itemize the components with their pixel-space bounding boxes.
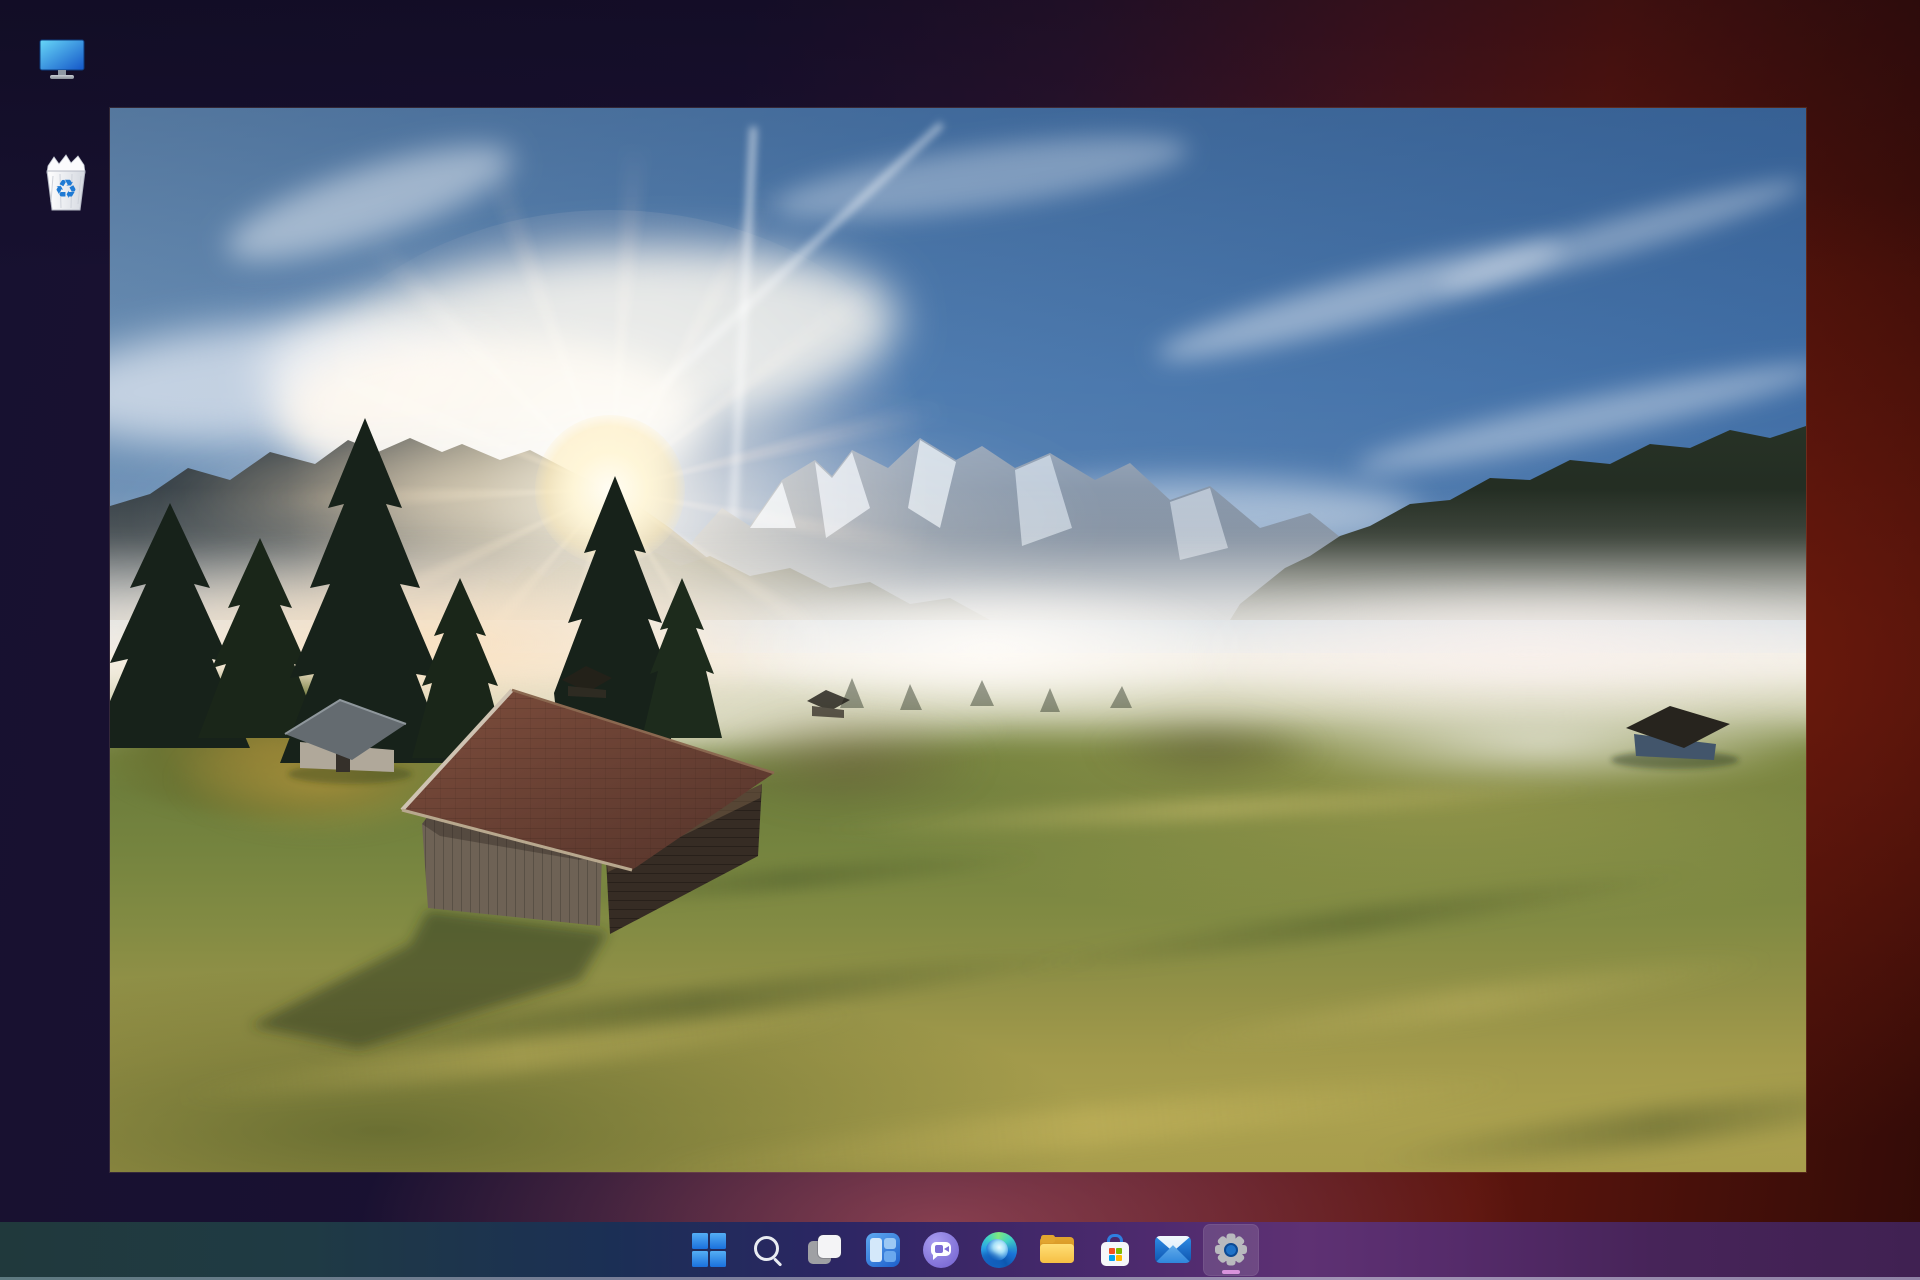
widgets-button[interactable] xyxy=(855,1224,911,1276)
chat-button[interactable] xyxy=(913,1224,969,1276)
search-button[interactable] xyxy=(739,1224,795,1276)
store-bag-icon xyxy=(1098,1233,1132,1267)
desktop-icon-computer[interactable] xyxy=(24,24,100,100)
edge-browser-icon xyxy=(981,1232,1017,1268)
windows-desktop: { "app": { "name": "windows-11-desktop" … xyxy=(0,0,1920,1280)
foreground-trees-huts xyxy=(110,108,1806,1172)
taskbar xyxy=(0,1222,1920,1280)
start-button[interactable] xyxy=(681,1224,737,1276)
task-view-icon xyxy=(807,1233,843,1267)
main-hut-shadow xyxy=(250,910,608,1048)
widgets-icon xyxy=(866,1233,900,1267)
folder-icon xyxy=(1039,1235,1075,1265)
chat-icon xyxy=(923,1232,959,1268)
right-hut xyxy=(1611,706,1739,769)
wallpaper-photo[interactable] xyxy=(110,108,1806,1172)
pine-trees xyxy=(110,418,722,763)
gear-icon xyxy=(1213,1232,1249,1268)
windows-logo-icon xyxy=(692,1233,726,1267)
svg-text:♻: ♻ xyxy=(54,175,77,205)
store-button[interactable] xyxy=(1087,1224,1143,1276)
file-explorer-button[interactable] xyxy=(1029,1224,1085,1276)
mail-envelope-icon xyxy=(1155,1236,1191,1263)
fog-tree-tips xyxy=(840,678,1132,712)
mail-button[interactable] xyxy=(1145,1224,1201,1276)
taskbar-icon-row xyxy=(680,1223,1260,1276)
active-app-indicator xyxy=(1222,1270,1240,1274)
recycle-bin-icon: ♻ xyxy=(40,150,92,214)
edge-button[interactable] xyxy=(971,1224,1027,1276)
settings-button[interactable] xyxy=(1203,1224,1259,1276)
desktop-icon-recycle-bin[interactable]: ♻ xyxy=(28,144,104,220)
computer-icon xyxy=(34,36,90,88)
task-view-button[interactable] xyxy=(797,1224,853,1276)
search-icon xyxy=(750,1233,784,1267)
